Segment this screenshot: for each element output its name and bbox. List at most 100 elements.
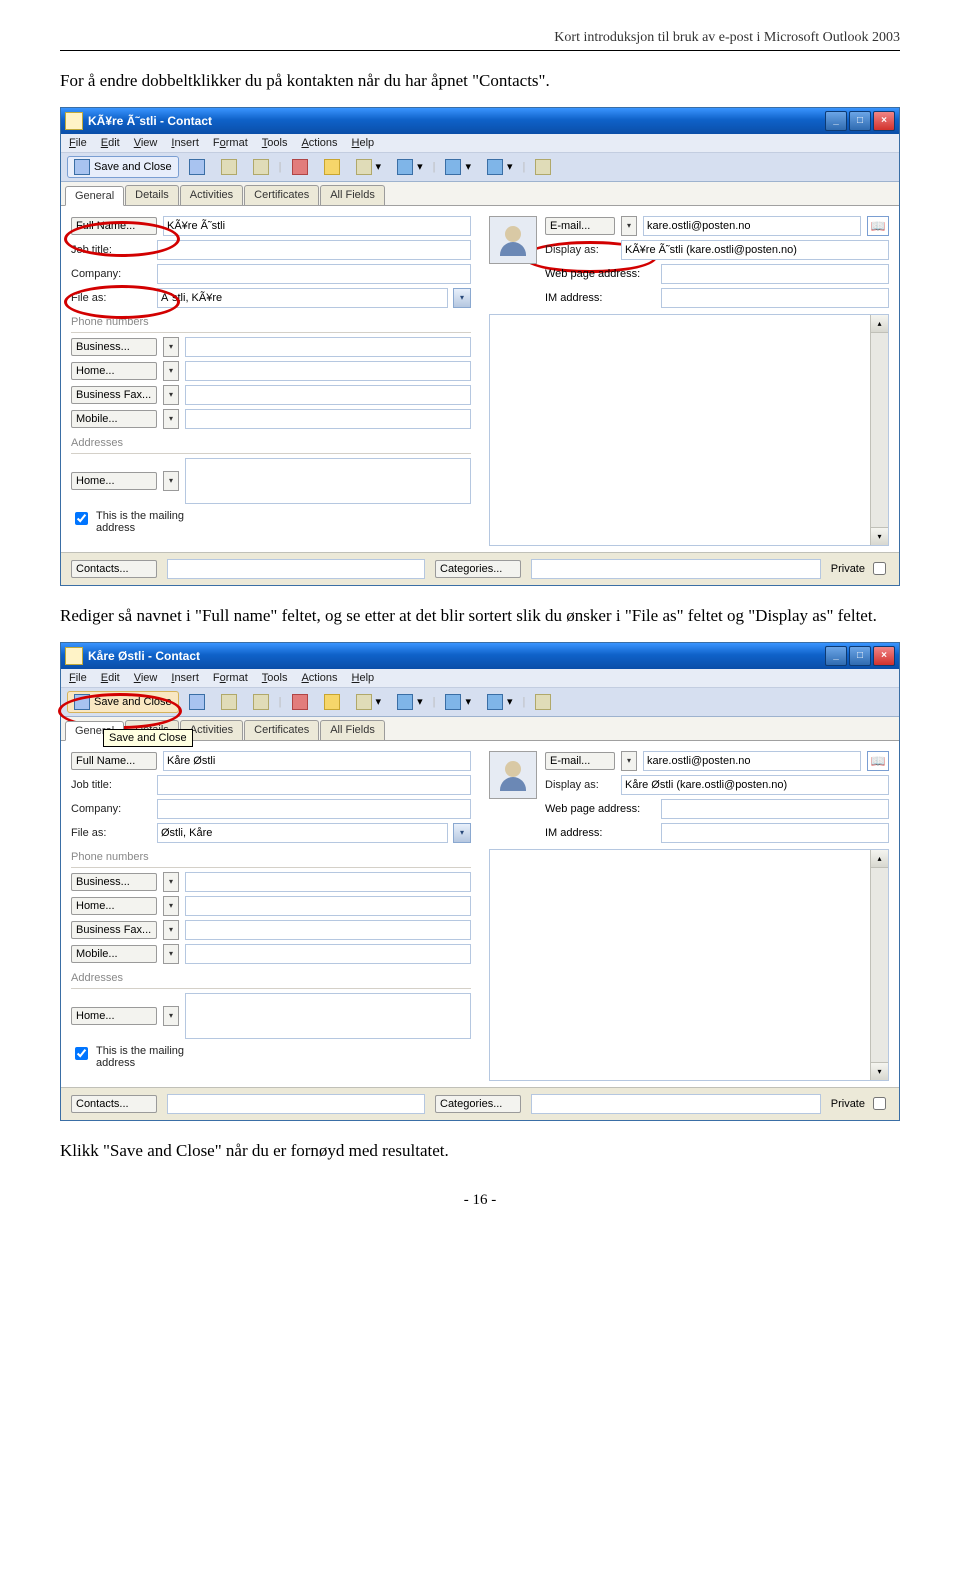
phone-mobile-input[interactable] bbox=[185, 409, 471, 429]
menu-format[interactable]: Format bbox=[213, 137, 248, 149]
tab-details[interactable]: Details bbox=[125, 185, 179, 205]
full-name-input[interactable]: Kåre Østli bbox=[163, 751, 471, 771]
toolbar-flag-button[interactable] bbox=[286, 156, 314, 178]
toolbar-button[interactable] bbox=[529, 156, 557, 178]
save-and-close-button[interactable]: Save and Close bbox=[67, 691, 179, 713]
chevron-down-icon[interactable]: ▾ bbox=[163, 361, 179, 381]
menu-actions[interactable]: Actions bbox=[301, 672, 337, 684]
notes-area[interactable]: ▴ ▾ bbox=[489, 314, 889, 546]
phone-home-input[interactable] bbox=[185, 361, 471, 381]
menu-edit[interactable]: Edit bbox=[101, 672, 120, 684]
phone-business-input[interactable] bbox=[185, 337, 471, 357]
company-input[interactable] bbox=[157, 799, 471, 819]
categories-button[interactable]: Categories... bbox=[435, 1095, 521, 1113]
phone-fax-input[interactable] bbox=[185, 920, 471, 940]
phone-home-button[interactable]: Home... bbox=[71, 362, 157, 380]
toolbar-prev-button[interactable]: ▾ bbox=[439, 691, 477, 713]
chevron-down-icon[interactable]: ▾ bbox=[163, 471, 179, 491]
email-input[interactable]: kare.ostli@posten.no bbox=[643, 751, 861, 771]
phone-mobile-input[interactable] bbox=[185, 944, 471, 964]
phone-home-button[interactable]: Home... bbox=[71, 897, 157, 915]
menu-file[interactable]: File bbox=[69, 672, 87, 684]
chevron-down-icon[interactable]: ▾ bbox=[163, 385, 179, 405]
menu-file[interactable]: File bbox=[69, 137, 87, 149]
scroll-up-icon[interactable]: ▴ bbox=[871, 850, 888, 868]
notes-area[interactable]: ▴ ▾ bbox=[489, 849, 889, 1081]
toolbar-next-button[interactable]: ▾ bbox=[481, 691, 519, 713]
im-address-input[interactable] bbox=[661, 288, 889, 308]
chevron-down-icon[interactable]: ▾ bbox=[163, 920, 179, 940]
address-home-button[interactable]: Home... bbox=[71, 1007, 157, 1025]
minimize-button[interactable]: _ bbox=[825, 111, 847, 131]
toolbar-attach-button[interactable] bbox=[247, 691, 275, 713]
full-name-button[interactable]: Full Name... bbox=[71, 752, 157, 770]
menu-help[interactable]: Help bbox=[352, 137, 375, 149]
close-button[interactable]: × bbox=[873, 111, 895, 131]
menu-format[interactable]: Format bbox=[213, 672, 248, 684]
mailing-address-checkbox[interactable] bbox=[75, 1047, 88, 1060]
file-as-input[interactable]: Ã˜stli, KÃ¥re bbox=[157, 288, 448, 308]
tab-allfields[interactable]: All Fields bbox=[320, 720, 385, 740]
email-button[interactable]: E-mail... bbox=[545, 217, 615, 235]
phone-fax-button[interactable]: Business Fax... bbox=[71, 386, 157, 404]
contact-avatar[interactable] bbox=[489, 216, 537, 264]
mailing-address-checkbox[interactable] bbox=[75, 512, 88, 525]
phone-business-button[interactable]: Business... bbox=[71, 873, 157, 891]
chevron-down-icon[interactable]: ▾ bbox=[621, 216, 637, 236]
chevron-down-icon[interactable]: ▾ bbox=[621, 751, 637, 771]
scrollbar[interactable]: ▴ ▾ bbox=[870, 850, 888, 1080]
contacts-input[interactable] bbox=[167, 1094, 425, 1114]
private-checkbox[interactable] bbox=[873, 1097, 886, 1110]
toolbar-button[interactable] bbox=[318, 156, 346, 178]
toolbar-button[interactable] bbox=[318, 691, 346, 713]
scrollbar[interactable]: ▴ ▾ bbox=[870, 315, 888, 545]
chevron-down-icon[interactable]: ▾ bbox=[163, 944, 179, 964]
tab-certificates[interactable]: Certificates bbox=[244, 720, 319, 740]
job-title-input[interactable] bbox=[157, 775, 471, 795]
chevron-down-icon[interactable]: ▾ bbox=[163, 872, 179, 892]
contacts-input[interactable] bbox=[167, 559, 425, 579]
toolbar-attach-button[interactable] bbox=[247, 156, 275, 178]
toolbar-button[interactable]: ▾ bbox=[350, 691, 388, 713]
menu-view[interactable]: View bbox=[134, 672, 158, 684]
menu-edit[interactable]: Edit bbox=[101, 137, 120, 149]
address-home-input[interactable] bbox=[185, 458, 471, 504]
tab-allfields[interactable]: All Fields bbox=[320, 185, 385, 205]
email-button[interactable]: E-mail... bbox=[545, 752, 615, 770]
toolbar-button[interactable] bbox=[529, 691, 557, 713]
toolbar-prev-button[interactable]: ▾ bbox=[439, 156, 477, 178]
toolbar-button[interactable] bbox=[183, 156, 211, 178]
menu-help[interactable]: Help bbox=[352, 672, 375, 684]
toolbar-button[interactable]: ▾ bbox=[350, 156, 388, 178]
address-home-button[interactable]: Home... bbox=[71, 472, 157, 490]
scroll-down-icon[interactable]: ▾ bbox=[871, 527, 888, 545]
phone-business-button[interactable]: Business... bbox=[71, 338, 157, 356]
phone-business-input[interactable] bbox=[185, 872, 471, 892]
display-as-input[interactable]: Kåre Østli (kare.ostli@posten.no) bbox=[621, 775, 889, 795]
addressbook-icon[interactable]: 📖 bbox=[867, 751, 889, 771]
web-page-input[interactable] bbox=[661, 799, 889, 819]
menu-view[interactable]: View bbox=[134, 137, 158, 149]
file-as-dropdown[interactable]: ▾ bbox=[453, 823, 471, 843]
toolbar-button[interactable] bbox=[183, 691, 211, 713]
tab-activities[interactable]: Activities bbox=[180, 185, 243, 205]
maximize-button[interactable]: □ bbox=[849, 111, 871, 131]
full-name-input[interactable]: KÃ¥re Ã˜stli bbox=[163, 216, 471, 236]
close-button[interactable]: × bbox=[873, 646, 895, 666]
phone-mobile-button[interactable]: Mobile... bbox=[71, 410, 157, 428]
menu-actions[interactable]: Actions bbox=[301, 137, 337, 149]
categories-button[interactable]: Categories... bbox=[435, 560, 521, 578]
company-input[interactable] bbox=[157, 264, 471, 284]
email-input[interactable]: kare.ostli@posten.no bbox=[643, 216, 861, 236]
tab-general[interactable]: General bbox=[65, 186, 124, 206]
phone-fax-input[interactable] bbox=[185, 385, 471, 405]
toolbar-next-button[interactable]: ▾ bbox=[481, 156, 519, 178]
contacts-button[interactable]: Contacts... bbox=[71, 1095, 157, 1113]
toolbar-print-button[interactable] bbox=[215, 691, 243, 713]
contact-avatar[interactable] bbox=[489, 751, 537, 799]
toolbar-button[interactable]: ▾ bbox=[391, 156, 429, 178]
address-home-input[interactable] bbox=[185, 993, 471, 1039]
file-as-input[interactable]: Østli, Kåre bbox=[157, 823, 448, 843]
chevron-down-icon[interactable]: ▾ bbox=[163, 896, 179, 916]
display-as-input[interactable]: KÃ¥re Ã˜stli (kare.ostli@posten.no) bbox=[621, 240, 889, 260]
